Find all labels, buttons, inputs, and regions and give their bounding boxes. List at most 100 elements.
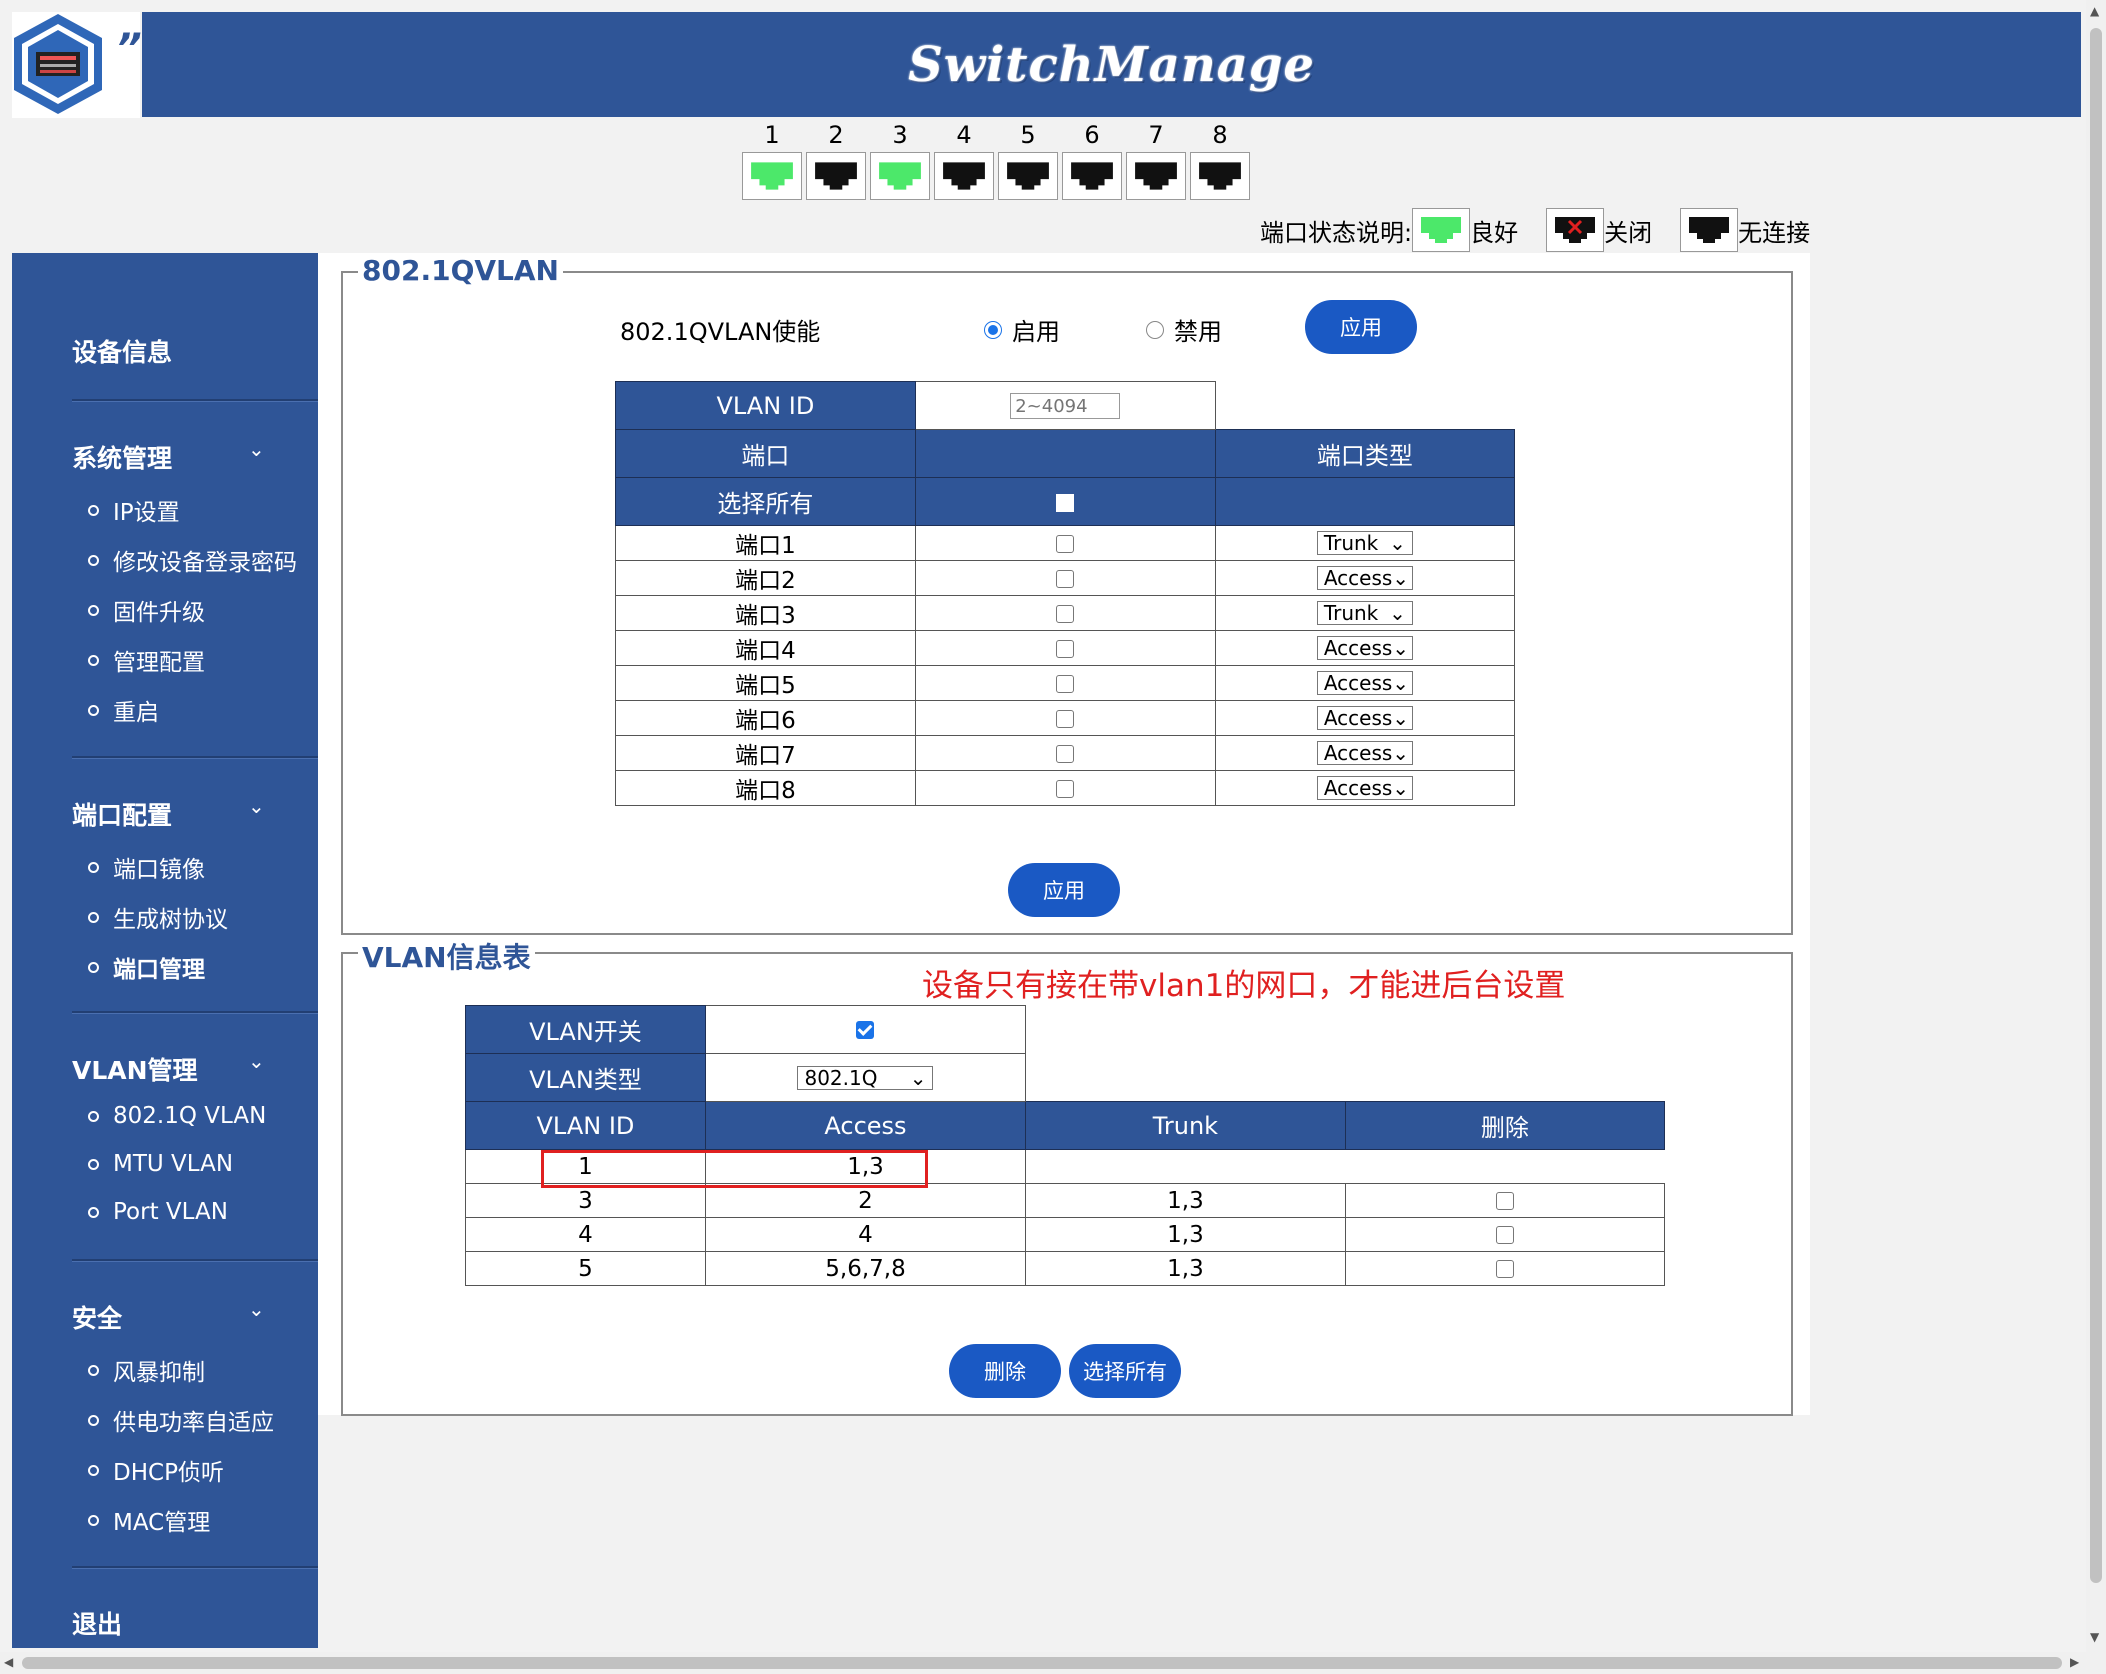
port-select-checkbox[interactable] — [1056, 534, 1075, 553]
vertical-scrollbar[interactable]: ▲ ▼ — [2086, 0, 2106, 1652]
scroll-left-icon[interactable]: ◀ — [4, 1655, 13, 1669]
vlan-access: 5,6,7,8 — [704, 1251, 1027, 1286]
radio-disable[interactable]: 禁用 — [1146, 312, 1222, 347]
radio-disable-icon[interactable] — [1146, 320, 1164, 339]
qvlan-apply-button[interactable]: 应用 — [1305, 300, 1417, 354]
menu-vlan-management[interactable]: VLAN管理 — [72, 1051, 198, 1087]
menu-system-management[interactable]: 系统管理 — [72, 439, 172, 475]
menu-item-8021q-vlan[interactable]: 802.1Q VLAN — [88, 1103, 266, 1129]
radio-enable-icon[interactable] — [984, 320, 1002, 339]
radio-enable[interactable]: 启用 — [984, 312, 1060, 347]
menu-logout[interactable]: 退出 — [72, 1605, 122, 1641]
menu-item-port-management[interactable]: 端口管理 — [88, 950, 205, 984]
chevron-down-icon[interactable]: ⌄ — [248, 1049, 265, 1073]
port-3[interactable]: 3 — [870, 118, 930, 200]
chevron-down-icon[interactable]: ⌄ — [248, 794, 265, 818]
vlan-id-cell — [914, 381, 1216, 430]
vlan-id-input[interactable] — [1010, 393, 1121, 420]
ethernet-port-icon[interactable] — [870, 152, 930, 200]
port-select-checkbox[interactable] — [1056, 569, 1075, 588]
menu-item-poe-adaptive[interactable]: 供电功率自适应 — [88, 1403, 274, 1437]
ethernet-port-icon[interactable] — [934, 152, 994, 200]
vlan-delete-checkbox[interactable] — [1495, 1192, 1514, 1210]
col-vlan-id: VLAN ID — [465, 1101, 706, 1150]
menu-device-info[interactable]: 设备信息 — [72, 333, 172, 369]
select-all-button[interactable]: 选择所有 — [1069, 1344, 1181, 1398]
ethernet-port-icon[interactable] — [1190, 152, 1250, 200]
menu-item-port-vlan[interactable]: Port VLAN — [88, 1199, 228, 1225]
table-row: 5 5,6,7,8 1,3 — [465, 1251, 1666, 1286]
ethernet-port-icon[interactable] — [1126, 152, 1186, 200]
ethernet-port-icon[interactable] — [806, 152, 866, 200]
header-banner: SwitchManage — [142, 12, 2081, 117]
menu-item-manage-config[interactable]: 管理配置 — [88, 643, 205, 677]
port-type-select[interactable]: Trunk ⌄ — [1316, 601, 1413, 625]
port-4[interactable]: 4 — [934, 118, 994, 200]
port-6[interactable]: 6 — [1062, 118, 1122, 200]
vlan-id: 3 — [465, 1183, 706, 1218]
ethernet-port-icon[interactable] — [998, 152, 1058, 200]
chevron-down-icon[interactable]: ⌄ — [248, 437, 265, 461]
vertical-scrollbar-thumb[interactable] — [2090, 28, 2102, 1583]
menu-item-port-mirror[interactable]: 端口镜像 — [88, 850, 205, 884]
menu-item-spanning-tree[interactable]: 生成树协议 — [88, 900, 228, 934]
scroll-up-icon[interactable]: ▲ — [2090, 4, 2099, 18]
port-select-checkbox[interactable] — [1056, 639, 1075, 658]
menu-item-mac-management[interactable]: MAC管理 — [88, 1503, 210, 1537]
horizontal-scrollbar[interactable]: ◀ ▶ — [0, 1652, 2106, 1674]
port-select-cell — [914, 630, 1216, 666]
vlan-delete-cell — [1344, 1183, 1666, 1218]
port-type-select[interactable]: Access ⌄ — [1316, 566, 1413, 590]
menu-item-dhcp-snooping[interactable]: DHCP侦听 — [88, 1453, 224, 1487]
port-1[interactable]: 1 — [742, 118, 802, 200]
menu-divider — [72, 1566, 318, 1569]
menu-item-storm-control[interactable]: 风暴抑制 — [88, 1353, 205, 1387]
menu-security[interactable]: 安全 — [72, 1299, 122, 1335]
menu-item-ip-settings[interactable]: IP设置 — [88, 493, 180, 527]
select-all-checkbox[interactable] — [1056, 493, 1075, 512]
horizontal-scrollbar-thumb[interactable] — [22, 1657, 2062, 1669]
port-select-checkbox[interactable] — [1056, 674, 1075, 693]
port-8[interactable]: 8 — [1190, 118, 1250, 200]
port-type-select[interactable]: Access ⌄ — [1316, 776, 1413, 800]
port-type-select[interactable]: Trunk ⌄ — [1316, 531, 1413, 555]
port-select-checkbox[interactable] — [1056, 604, 1075, 623]
menu-port-config[interactable]: 端口配置 — [72, 796, 172, 832]
menu-item-reboot[interactable]: 重启 — [88, 693, 159, 727]
delete-button[interactable]: 删除 — [949, 1344, 1061, 1398]
port-name: 端口7 — [615, 735, 916, 771]
scroll-right-icon[interactable]: ▶ — [2070, 1655, 2079, 1669]
port-select-checkbox[interactable] — [1056, 744, 1075, 763]
port-2[interactable]: 2 — [806, 118, 866, 200]
vlan-delete-checkbox[interactable] — [1495, 1260, 1514, 1278]
port-7[interactable]: 7 — [1126, 118, 1186, 200]
port-select-checkbox[interactable] — [1056, 709, 1075, 728]
port-number: 8 — [1212, 121, 1228, 149]
ethernet-port-icon[interactable] — [1062, 152, 1122, 200]
vlan-switch-checkbox[interactable] — [856, 1021, 875, 1039]
port-type-select[interactable]: Access ⌄ — [1316, 636, 1413, 660]
chevron-down-icon[interactable]: ⌄ — [248, 1297, 265, 1321]
vlan-delete-checkbox[interactable] — [1495, 1226, 1514, 1244]
empty-cell — [1345, 1006, 1664, 1054]
port-select-cell — [914, 735, 1216, 771]
port-type-column-header: 端口类型 — [1214, 429, 1516, 478]
table-row: 4 4 1,3 — [465, 1217, 1666, 1252]
qvlan-apply-button-2[interactable]: 应用 — [1008, 863, 1120, 917]
port-type-select[interactable]: Access ⌄ — [1316, 706, 1413, 730]
menu-item-firmware-upgrade[interactable]: 固件升级 — [88, 593, 205, 627]
port-number: 3 — [892, 121, 908, 149]
port-type-select[interactable]: Access ⌄ — [1316, 741, 1413, 765]
port-select-checkbox[interactable] — [1056, 779, 1075, 798]
menu-item-change-password[interactable]: 修改设备登录密码 — [88, 543, 297, 577]
port-5[interactable]: 5 — [998, 118, 1058, 200]
menu-item-mtu-vlan[interactable]: MTU VLAN — [88, 1151, 233, 1177]
chevron-down-icon: ⌄ — [1392, 636, 1410, 660]
vlan-type-select[interactable]: 802.1Q ⌄ — [797, 1065, 934, 1090]
empty-cell — [1215, 381, 1515, 430]
ethernet-port-icon[interactable] — [742, 152, 802, 200]
scroll-down-icon[interactable]: ▼ — [2090, 1630, 2099, 1644]
port-number: 5 — [1020, 121, 1036, 149]
port-type-select[interactable]: Access ⌄ — [1316, 671, 1413, 695]
legend-none: 无连接 — [1738, 218, 1811, 247]
